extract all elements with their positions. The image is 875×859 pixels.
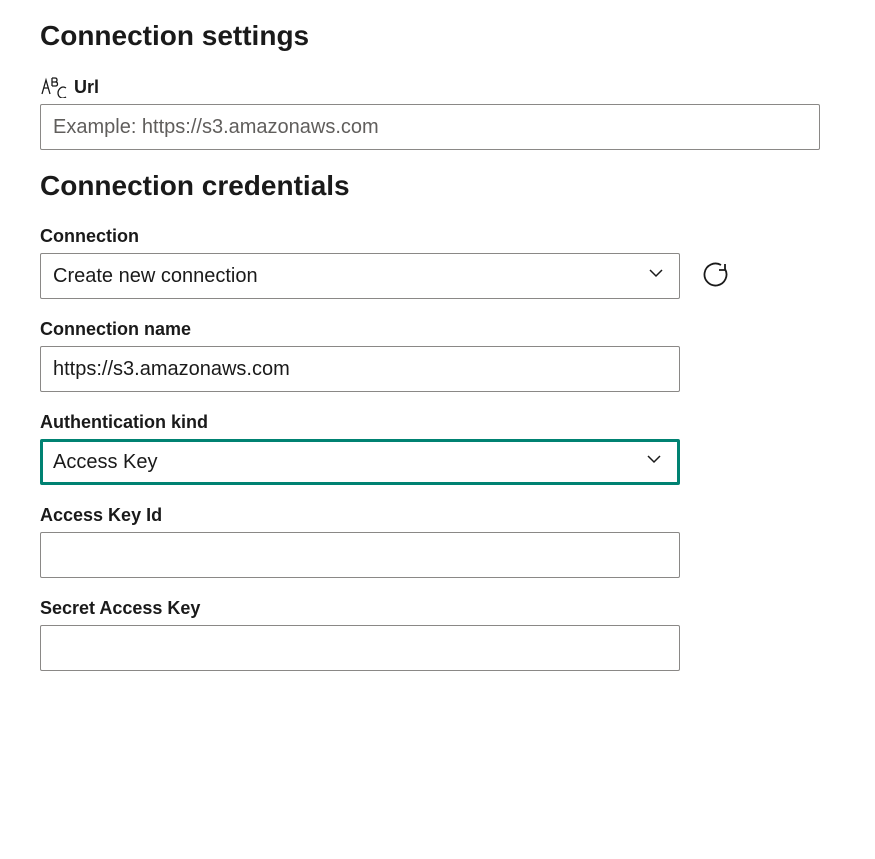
connection-credentials-heading: Connection credentials [40, 170, 835, 202]
refresh-button[interactable] [698, 256, 738, 296]
connection-label: Connection [40, 226, 139, 247]
secret-access-key-field-group: Secret Access Key [40, 598, 835, 671]
auth-kind-select[interactable]: Access Key [40, 439, 680, 485]
chevron-down-icon [645, 450, 663, 474]
auth-kind-select-value: Access Key [53, 451, 157, 474]
access-key-id-input[interactable] [40, 532, 680, 578]
abc-type-icon [40, 76, 68, 98]
secret-access-key-input[interactable] [40, 625, 680, 671]
connection-name-field-group: Connection name [40, 319, 835, 392]
connection-select[interactable]: Create new connection [40, 253, 680, 299]
connection-field-group: Connection Create new connection [40, 226, 835, 299]
access-key-id-field-group: Access Key Id [40, 505, 835, 578]
connection-settings-heading: Connection settings [40, 20, 835, 52]
connection-select-value: Create new connection [53, 265, 258, 288]
url-input[interactable] [40, 104, 820, 150]
url-label: Url [74, 77, 99, 98]
url-field-group: Url [40, 76, 835, 150]
auth-kind-field-group: Authentication kind Access Key [40, 412, 835, 485]
connection-name-input[interactable] [40, 346, 680, 392]
secret-access-key-label: Secret Access Key [40, 598, 200, 619]
connection-name-label: Connection name [40, 319, 191, 340]
refresh-icon [703, 260, 733, 293]
chevron-down-icon [647, 264, 665, 288]
access-key-id-label: Access Key Id [40, 505, 162, 526]
auth-kind-label: Authentication kind [40, 412, 208, 433]
